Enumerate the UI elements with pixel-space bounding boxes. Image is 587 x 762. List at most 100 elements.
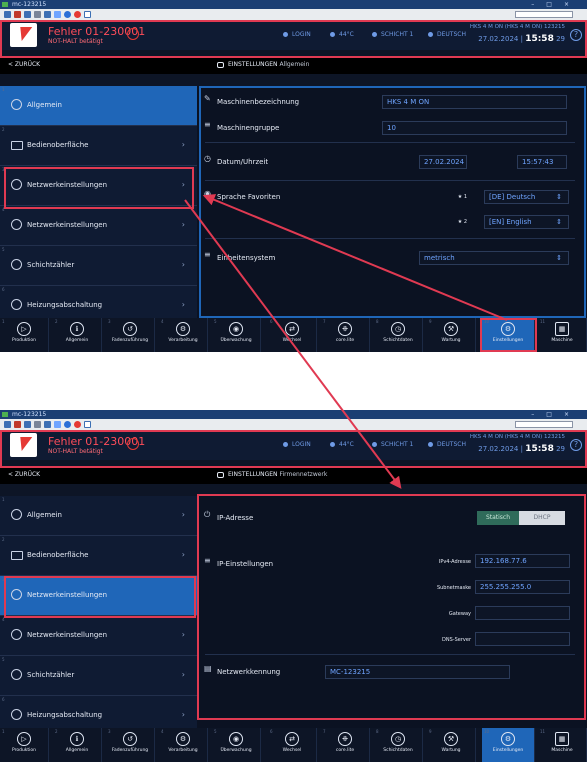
nav-wechsel[interactable]: 6 ⇄ Wechsel [268, 318, 317, 352]
toolbar-field[interactable] [515, 11, 573, 18]
toolbar-icon[interactable] [84, 11, 91, 18]
sidebar-item-netzwerk-2[interactable]: 4 Netzwerkeinstellungen › [0, 616, 197, 656]
swap-icon: ⇄ [285, 732, 299, 746]
network-item-highlight [4, 576, 196, 618]
nav-verarbeitung[interactable]: 4 ⚙ Verarbeitung [159, 318, 208, 352]
processing-icon: ⚙ [176, 732, 190, 746]
settings-icon: ⚙ [501, 732, 515, 746]
machine-icon: ▦ [555, 732, 569, 746]
close-icon[interactable]: × [564, 1, 581, 8]
heater-icon [11, 299, 22, 310]
wrench-icon: ⚒ [444, 322, 458, 336]
nav-ueberwachung[interactable]: 5 ◉ Überwachung [212, 318, 261, 352]
thread-icon: ↺ [123, 322, 137, 336]
toolbar-icon[interactable] [24, 421, 31, 428]
wifi-icon [11, 219, 22, 230]
thread-icon: ↺ [123, 732, 137, 746]
nav-core-lite[interactable]: 7 ❉ core.lite [321, 318, 370, 352]
breadcrumb: EINSTELLUNGEN Allgemein [217, 61, 309, 68]
maximize-icon[interactable]: □ [546, 411, 564, 418]
wifi-icon [11, 629, 22, 640]
sidebar-item-schichtzaehler[interactable]: 5 Schichtzähler › [0, 656, 197, 696]
sidebar-item-bedienoberflaeche[interactable]: 2 Bedienoberfläche › [0, 536, 197, 576]
heater-icon [11, 709, 22, 720]
toolbar-icon[interactable] [24, 11, 31, 18]
nav-maschine[interactable]: 11 ▦ Maschine [538, 318, 587, 352]
chevron-right-icon: › [181, 260, 185, 269]
sidebar-item-allgemein[interactable]: 1 Allgemein [0, 86, 197, 126]
processing-icon: ⚙ [176, 322, 190, 336]
nav-maschine[interactable]: 11 ▦ Maschine [538, 728, 587, 762]
play-icon: ▷ [17, 732, 31, 746]
network-item-highlight [4, 167, 194, 209]
record-icon[interactable] [74, 421, 81, 428]
nav-wartung[interactable]: 9 ⚒ Wartung [427, 318, 476, 352]
toolbar-icon[interactable] [34, 421, 41, 428]
nav-allgemein[interactable]: 2 ℹ Allgemein [53, 728, 102, 762]
info-icon [11, 509, 22, 520]
toolbar-field[interactable] [515, 421, 573, 428]
toolbar-icon[interactable] [34, 11, 41, 18]
app-icon [2, 412, 8, 417]
window-title: mc-123215 [12, 411, 47, 418]
shift-data-icon: ◷ [391, 732, 405, 746]
sidebar-item-bedienoberflaeche[interactable]: 2 Bedienoberfläche › [0, 126, 197, 166]
shift-data-icon: ◷ [391, 322, 405, 336]
maximize-icon[interactable]: □ [546, 1, 564, 8]
toolbar-icon[interactable] [54, 11, 61, 18]
window-controls[interactable]: –□× [531, 0, 581, 9]
monitor-icon: ◉ [229, 732, 243, 746]
minimize-icon[interactable]: – [531, 1, 546, 8]
nav-wechsel[interactable]: 6 ⇄ Wechsel [268, 728, 317, 762]
toolbar-icon[interactable] [54, 421, 61, 428]
window-titlebar: mc-123215 –□× [0, 410, 587, 419]
machine-icon: ▦ [555, 322, 569, 336]
nav-einstellungen[interactable]: 10 ⚙ Einstellungen [482, 728, 535, 762]
wrench-icon: ⚒ [444, 732, 458, 746]
chevron-right-icon: › [181, 550, 185, 559]
nav-fadenzufuehrung[interactable]: 3 ↺ Fadenzuführung [106, 728, 155, 762]
chevron-right-icon: › [181, 630, 185, 639]
toolbar-icon[interactable] [14, 421, 21, 428]
chevron-right-icon: › [181, 220, 185, 229]
sidebar-item-allgemein[interactable]: 1 Allgemein › [0, 496, 197, 536]
toolbar-icon[interactable] [44, 421, 51, 428]
toolbar-icon[interactable] [64, 11, 71, 18]
toolbar-icon[interactable] [84, 421, 91, 428]
record-icon[interactable] [74, 11, 81, 18]
nav-verarbeitung[interactable]: 4 ⚙ Verarbeitung [159, 728, 208, 762]
sidebar-item-schichtzaehler[interactable]: 5 Schichtzähler › [0, 246, 197, 286]
nav-wartung[interactable]: 9 ⚒ Wartung [427, 728, 476, 762]
nav-fadenzufuehrung[interactable]: 3 ↺ Fadenzuführung [106, 318, 155, 352]
play-icon: ▷ [17, 322, 31, 336]
nav-schichtdaten[interactable]: 8 ◷ Schichtdaten [374, 728, 423, 762]
back-button[interactable]: < ZURÜCK [8, 61, 40, 68]
app-icon [2, 2, 8, 7]
chevron-right-icon: › [181, 510, 185, 519]
network-content-highlight [197, 494, 586, 720]
nav-core-lite[interactable]: 7 ❉ core.lite [321, 728, 370, 762]
bottom-bar: 1 ▷ Produktion 2 ℹ Allgemein 3 ↺ Fadenzuführun… [0, 728, 587, 762]
chevron-right-icon: › [181, 140, 185, 149]
nav-produktion[interactable]: 1 ▷ Produktion [0, 728, 49, 762]
nav-produktion[interactable]: 1 ▷ Produktion [0, 318, 49, 352]
core-icon: ❉ [338, 732, 352, 746]
close-icon[interactable]: × [564, 411, 581, 418]
minimize-icon[interactable]: – [531, 411, 546, 418]
monitor-icon: ◉ [229, 322, 243, 336]
back-button[interactable]: < ZURÜCK [8, 471, 40, 478]
nav-allgemein[interactable]: 2 ℹ Allgemein [53, 318, 102, 352]
toolbar-icon[interactable] [64, 421, 71, 428]
toolbar-icon[interactable] [44, 11, 51, 18]
nav-ueberwachung[interactable]: 5 ◉ Überwachung [212, 728, 261, 762]
sidebar-item-netzwerk-2[interactable]: 4 Netzwerkeinstellungen › [0, 206, 197, 246]
nav-schichtdaten[interactable]: 8 ◷ Schichtdaten [374, 318, 423, 352]
swap-icon: ⇄ [285, 322, 299, 336]
window-controls[interactable]: –□× [531, 410, 581, 419]
toolbar-icon[interactable] [4, 11, 11, 18]
chevron-right-icon: › [181, 710, 185, 719]
counter-icon [11, 259, 22, 270]
toolbar-icon[interactable] [14, 11, 21, 18]
nav-bar: < ZURÜCK EINSTELLUNGEN Allgemein [0, 56, 587, 74]
toolbar-icon[interactable] [4, 421, 11, 428]
